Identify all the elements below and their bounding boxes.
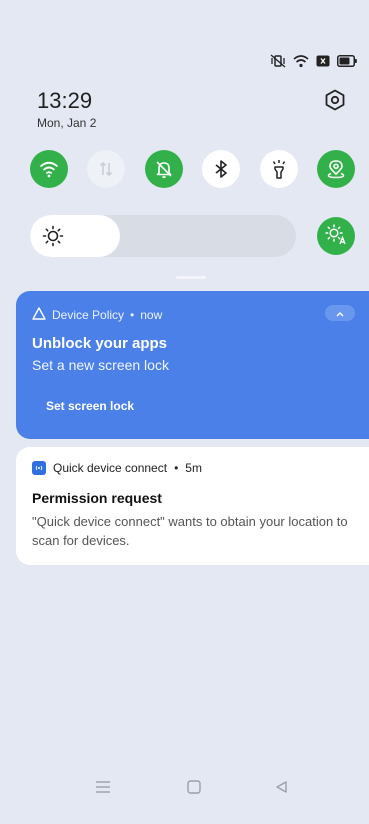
notification-device-policy[interactable]: Device Policy • now Unblock your apps Se… bbox=[16, 291, 369, 439]
back-icon[interactable] bbox=[270, 776, 292, 798]
home-icon[interactable] bbox=[183, 776, 205, 798]
auto-brightness-icon bbox=[325, 223, 347, 250]
notifications-off-icon bbox=[154, 159, 174, 179]
navigation-bar bbox=[0, 772, 369, 802]
wifi-toggle[interactable] bbox=[30, 150, 68, 188]
brightness-slider[interactable] bbox=[30, 215, 296, 257]
warning-icon bbox=[32, 307, 46, 323]
collapse-button[interactable] bbox=[325, 305, 355, 321]
separator-dot: • bbox=[130, 308, 135, 322]
notification-time: 5m bbox=[185, 461, 202, 475]
settings-icon[interactable] bbox=[323, 88, 347, 112]
mobile-data-toggle[interactable] bbox=[87, 150, 126, 188]
notification-app-name: Device Policy bbox=[52, 308, 125, 322]
notification-quick-device-connect[interactable]: Quick device connect • 5m Permission req… bbox=[16, 447, 369, 565]
drag-handle[interactable] bbox=[176, 276, 206, 279]
notification-text: Set a new screen lock bbox=[32, 357, 169, 373]
quick-connect-app-icon bbox=[32, 461, 46, 475]
bluetooth-toggle[interactable] bbox=[202, 150, 241, 188]
brightness-icon bbox=[42, 225, 64, 252]
location-toggle[interactable] bbox=[316, 150, 355, 188]
chevron-up-icon bbox=[335, 304, 345, 322]
menu-icon[interactable] bbox=[92, 776, 114, 798]
auto-brightness-toggle[interactable] bbox=[317, 217, 355, 255]
notification-header: Device Policy • now bbox=[32, 307, 162, 323]
set-screen-lock-button[interactable]: Set screen lock bbox=[46, 399, 134, 413]
wifi-icon bbox=[293, 54, 309, 68]
wifi-icon bbox=[39, 160, 59, 178]
flashlight-icon bbox=[270, 159, 288, 179]
flashlight-toggle[interactable] bbox=[259, 150, 298, 188]
vibrate-icon bbox=[270, 54, 286, 68]
location-icon bbox=[326, 159, 346, 179]
battery-icon bbox=[337, 55, 357, 67]
notification-header: Quick device connect • 5m bbox=[32, 461, 202, 475]
notification-time: now bbox=[140, 308, 163, 322]
notification-text: "Quick device connect" wants to obtain y… bbox=[32, 514, 348, 548]
brightness-row bbox=[30, 215, 355, 257]
bluetooth-icon bbox=[213, 159, 229, 179]
clock: 13:29 bbox=[37, 88, 93, 113]
date: Mon, Jan 2 bbox=[37, 116, 97, 130]
sim-icon bbox=[316, 55, 330, 67]
do-not-disturb-toggle[interactable] bbox=[144, 150, 183, 188]
notification-title: Unblock your apps bbox=[32, 335, 168, 352]
notification-app-name: Quick device connect bbox=[53, 461, 168, 475]
status-bar bbox=[270, 54, 357, 68]
notification-title: Permission request bbox=[32, 490, 162, 506]
separator-dot: • bbox=[174, 461, 179, 475]
mobile-data-icon bbox=[97, 160, 115, 178]
quick-settings-tiles bbox=[30, 150, 355, 188]
